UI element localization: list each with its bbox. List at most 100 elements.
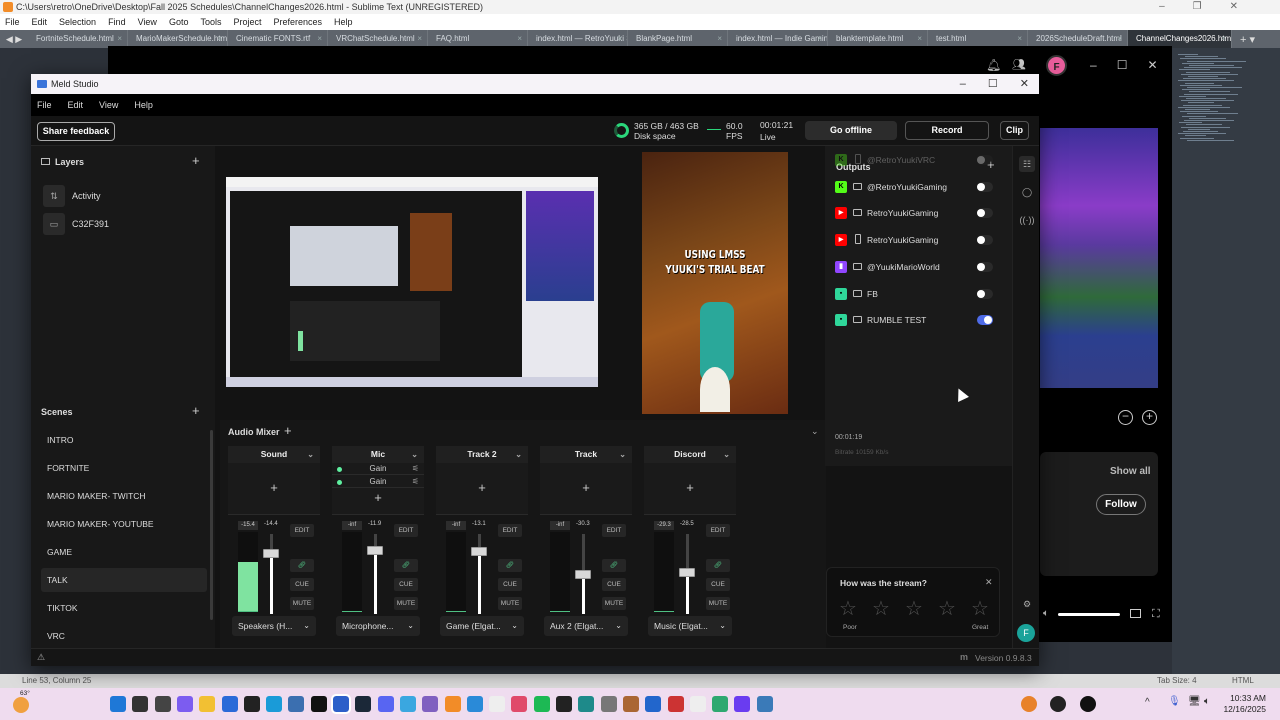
file-explorer-icon[interactable] bbox=[199, 696, 216, 712]
zoom-in-icon[interactable]: + bbox=[1142, 410, 1157, 425]
fl-studio-icon[interactable] bbox=[1021, 696, 1037, 712]
volume-fader-handle[interactable] bbox=[471, 547, 487, 557]
add-audio-track-button[interactable]: + bbox=[284, 423, 292, 438]
audio-device-select[interactable]: Music (Elgat... ⌄ bbox=[648, 616, 732, 636]
layer-item[interactable]: ▭ C32F391 bbox=[43, 213, 203, 235]
clip-button[interactable]: Clip bbox=[1000, 121, 1029, 140]
channel-header[interactable]: Track 2 ⌄ bbox=[436, 446, 528, 463]
effect-settings-icon[interactable]: ⚟ bbox=[412, 463, 419, 475]
menu-item-edit[interactable]: Edit bbox=[68, 94, 84, 116]
snipping-icon[interactable] bbox=[511, 696, 528, 712]
cue-button[interactable]: CUE bbox=[290, 578, 314, 591]
steam-icon[interactable] bbox=[355, 696, 372, 712]
output-toggle[interactable] bbox=[977, 155, 993, 165]
tab-nav-arrows-icon[interactable]: ◀ ▶ bbox=[0, 34, 28, 45]
collapse-mixer-chevron-icon[interactable]: ⌄ bbox=[811, 426, 819, 437]
output-toggle[interactable] bbox=[977, 261, 993, 272]
scene-item[interactable]: INTRO bbox=[41, 428, 207, 452]
menu-item-view[interactable]: View bbox=[138, 14, 157, 30]
share-feedback-button[interactable]: Share feedback bbox=[37, 122, 115, 141]
menu-item-goto[interactable]: Goto bbox=[169, 14, 189, 30]
chevron-down-icon[interactable]: ⌄ bbox=[307, 446, 314, 463]
zoom-out-icon[interactable]: − bbox=[1118, 410, 1133, 425]
scene-item[interactable]: GAME bbox=[41, 540, 207, 564]
star-rating-icon[interactable]: ☆ bbox=[938, 596, 956, 621]
cue-button[interactable]: CUE bbox=[706, 578, 730, 591]
arrow-app-icon[interactable] bbox=[1080, 696, 1096, 712]
link-button[interactable]: 🔗︎ bbox=[394, 559, 418, 572]
bell-icon[interactable]: 🔔︎ bbox=[986, 58, 1001, 72]
chevron-down-icon[interactable]: ⌄ bbox=[723, 446, 730, 463]
star-rating-icon[interactable]: ☆ bbox=[872, 596, 890, 621]
output-item[interactable]: ▮ @YuukiMarioWorld bbox=[835, 258, 1003, 278]
mute-button[interactable]: MUTE bbox=[290, 597, 314, 610]
output-toggle[interactable] bbox=[977, 288, 993, 299]
volume-slider[interactable] bbox=[1058, 613, 1120, 616]
maximize-icon[interactable]: ☐ bbox=[988, 74, 998, 94]
mute-button[interactable]: MUTE bbox=[394, 597, 418, 610]
output-item[interactable]: ▪ RUMBLE TEST bbox=[835, 311, 1003, 331]
menu-item-help[interactable]: Help bbox=[134, 94, 153, 116]
add-effect-button[interactable]: + bbox=[228, 480, 320, 495]
game-icon[interactable] bbox=[622, 696, 639, 712]
scene-item[interactable]: MARIO MAKER- YOUTUBE bbox=[41, 512, 207, 536]
effect-settings-icon[interactable]: ⚟ bbox=[412, 476, 419, 488]
edit-button[interactable]: EDIT bbox=[498, 524, 522, 537]
settings-gear-icon[interactable] bbox=[600, 696, 617, 712]
captions-icon[interactable] bbox=[578, 696, 595, 712]
audio-device-select[interactable]: Aux 2 (Elgat... ⌄ bbox=[544, 616, 628, 636]
volume-fader-handle[interactable] bbox=[679, 568, 695, 577]
show-all-link[interactable]: Show all bbox=[1110, 466, 1151, 477]
audio-device-select[interactable]: Speakers (H... ⌄ bbox=[232, 616, 316, 636]
volume-fader-handle[interactable] bbox=[575, 570, 591, 580]
task-view-icon[interactable] bbox=[154, 696, 171, 712]
output-toggle[interactable] bbox=[977, 315, 993, 326]
restore-icon[interactable]: ❐ bbox=[1193, 0, 1202, 14]
friends-icon[interactable]: 👥︎ bbox=[1012, 58, 1026, 71]
output-item[interactable]: ▶ RetroYuukiGaming bbox=[835, 231, 1003, 251]
add-layer-button[interactable]: + bbox=[192, 153, 200, 168]
grid-app-icon[interactable] bbox=[734, 696, 751, 712]
syntax-mode[interactable]: HTML bbox=[1232, 674, 1254, 688]
mute-button[interactable]: MUTE bbox=[706, 597, 730, 610]
close-icon[interactable]: ✕ bbox=[1147, 58, 1157, 72]
edge-icon[interactable] bbox=[266, 696, 283, 712]
waveform-icon[interactable] bbox=[556, 696, 572, 712]
volume-fader-track[interactable] bbox=[478, 534, 481, 614]
menu-item-file[interactable]: File bbox=[37, 94, 52, 116]
start-icon[interactable] bbox=[110, 696, 126, 712]
volume-fader-track[interactable] bbox=[270, 534, 273, 614]
calendar-icon[interactable] bbox=[466, 696, 483, 712]
output-item[interactable]: ▪ FB bbox=[835, 285, 1003, 305]
green-app-icon[interactable] bbox=[712, 696, 729, 712]
output-item[interactable]: K @RetroYuukiVRC bbox=[835, 151, 1003, 171]
copilot-icon[interactable] bbox=[176, 696, 193, 712]
scene-item[interactable]: VRC bbox=[41, 624, 207, 648]
search-icon[interactable] bbox=[132, 696, 149, 712]
add-effect-button[interactable]: + bbox=[436, 480, 528, 495]
tab-size[interactable]: Tab Size: 4 bbox=[1157, 674, 1197, 688]
star-rating-icon[interactable]: ☆ bbox=[905, 596, 923, 621]
output-item[interactable]: ▶ RetroYuukiGaming bbox=[835, 204, 1003, 224]
mute-button[interactable]: MUTE bbox=[498, 597, 522, 610]
menu-item-preferences[interactable]: Preferences bbox=[273, 14, 322, 30]
scene-item[interactable]: FORTNITE bbox=[41, 456, 207, 480]
volume-icon[interactable]: 🔈︎ bbox=[1043, 608, 1049, 619]
discord-icon[interactable] bbox=[377, 696, 394, 712]
outputs-sliders-icon[interactable]: ☷ bbox=[1019, 156, 1035, 172]
menu-item-file[interactable]: File bbox=[5, 14, 20, 30]
effect-row[interactable]: Gain ⚟ bbox=[332, 463, 424, 475]
tray-chevron-icon[interactable]: ^ bbox=[1145, 697, 1150, 708]
app-icon[interactable] bbox=[422, 696, 439, 712]
settings-icon[interactable] bbox=[756, 696, 773, 712]
store-icon[interactable] bbox=[221, 696, 238, 712]
menu-item-view[interactable]: View bbox=[99, 94, 118, 116]
add-effect-button[interactable]: + bbox=[644, 480, 736, 495]
maximize-icon[interactable]: ☐ bbox=[1117, 58, 1128, 72]
audio-device-select[interactable]: Game (Elgat... ⌄ bbox=[440, 616, 524, 636]
color-icon[interactable] bbox=[667, 696, 684, 712]
link-button[interactable]: 🔗︎ bbox=[290, 559, 314, 572]
link-button[interactable]: 🔗︎ bbox=[498, 559, 522, 572]
sublime-icon[interactable] bbox=[444, 696, 461, 712]
close-icon[interactable]: ✕ bbox=[1020, 74, 1029, 94]
